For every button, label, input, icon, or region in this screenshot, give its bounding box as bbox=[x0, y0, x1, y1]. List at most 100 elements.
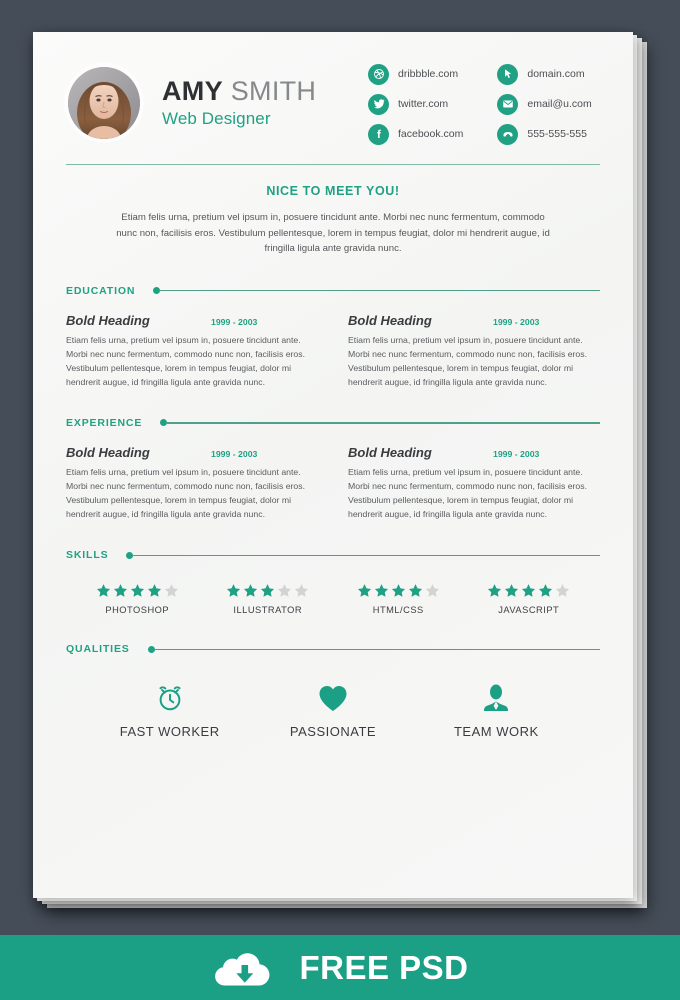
star-filled-icon bbox=[522, 584, 536, 598]
contact-email-text: email@u.com bbox=[527, 98, 592, 110]
phone-icon bbox=[497, 123, 519, 145]
experience-entry-1: Bold Heading 1999 - 2003 Etiam felis urn… bbox=[66, 445, 318, 521]
star-filled-icon bbox=[357, 584, 371, 598]
contact-dribbble[interactable]: dribbble.com bbox=[368, 63, 463, 85]
contact-column-right: domain.com email@u.com 555-555-555 bbox=[497, 63, 592, 145]
twitter-icon bbox=[368, 93, 389, 115]
entry-body: Etiam felis urna, pretium vel ipsum in, … bbox=[348, 334, 588, 387]
quality-label: PASSIONATE bbox=[289, 724, 377, 740]
contact-domain[interactable]: domain.com bbox=[497, 63, 591, 85]
star-filled-icon bbox=[96, 584, 110, 598]
skill-rating bbox=[203, 583, 334, 598]
experience-header: EXPERIENCE bbox=[66, 417, 600, 429]
entry-heading: Bold Heading bbox=[348, 444, 432, 460]
star-filled-icon bbox=[113, 584, 127, 598]
entry-body: Etiam felis urna, pretium vel ipsum in, … bbox=[348, 466, 588, 520]
entry-body: Etiam felis urna, pretium vel ipsum in, … bbox=[66, 334, 306, 387]
quality-team-work: TEAM WORK bbox=[433, 681, 560, 739]
education-entries: Bold Heading 1999 - 2003 Etiam felis urn… bbox=[66, 313, 600, 389]
education-title: EDUCATION bbox=[66, 284, 136, 297]
section-rule bbox=[167, 422, 600, 424]
contact-list: dribbble.com twitter.com facebook.com do… bbox=[368, 62, 592, 145]
entry-date: 1999 - 2003 bbox=[493, 316, 540, 327]
quality-label: TEAM WORK bbox=[453, 724, 539, 740]
education-entry-2: Bold Heading 1999 - 2003 Etiam felis urn… bbox=[348, 313, 600, 389]
entry-head: Bold Heading 1999 - 2003 bbox=[348, 445, 600, 460]
section-dot-icon bbox=[126, 551, 134, 559]
star-filled-icon bbox=[261, 584, 275, 598]
education-section: EDUCATION Bold Heading 1999 - 2003 Etiam… bbox=[58, 285, 608, 389]
star-empty-icon bbox=[164, 584, 178, 598]
job-title: Web Designer bbox=[162, 109, 271, 129]
skill-label: HTML/CSS bbox=[372, 605, 424, 616]
paper-stack: AMY SMITH Web Designer dribbble.com twit… bbox=[33, 32, 647, 908]
entry-heading: Bold Heading bbox=[66, 312, 150, 328]
person-icon bbox=[433, 681, 560, 715]
entry-date: 1999 - 2003 bbox=[211, 316, 258, 327]
experience-title: EXPERIENCE bbox=[66, 416, 143, 429]
star-filled-icon bbox=[488, 584, 502, 598]
entry-head: Bold Heading 1999 - 2003 bbox=[66, 313, 318, 328]
contact-twitter[interactable]: twitter.com bbox=[368, 93, 463, 115]
contact-dribbble-text: dribbble.com bbox=[398, 68, 459, 80]
section-rule bbox=[160, 289, 600, 292]
skill-rating bbox=[464, 583, 595, 598]
skill-photoshop: PHOTOSHOP bbox=[72, 583, 203, 615]
intro-section: NICE TO MEET YOU! Etiam felis urna, pret… bbox=[58, 165, 608, 257]
skill-rating bbox=[72, 583, 203, 598]
qualities-section: QUALITIES FAST WORKER PASSIONATE TEAM WO… bbox=[58, 643, 608, 739]
entry-heading: Bold Heading bbox=[66, 444, 150, 460]
quality-fast-worker: FAST WORKER bbox=[106, 681, 233, 739]
star-empty-icon bbox=[556, 584, 570, 598]
first-name: AMY bbox=[162, 75, 223, 106]
skill-html-css: HTML/CSS bbox=[333, 583, 464, 615]
star-filled-icon bbox=[227, 584, 241, 598]
avatar bbox=[68, 67, 140, 139]
star-empty-icon bbox=[425, 584, 439, 598]
qualities-title: QUALITIES bbox=[66, 643, 130, 656]
star-filled-icon bbox=[244, 584, 258, 598]
quality-passionate: PASSIONATE bbox=[269, 681, 396, 739]
experience-entry-2: Bold Heading 1999 - 2003 Etiam felis urn… bbox=[348, 445, 600, 521]
skill-label: ILLUSTRATOR bbox=[233, 605, 303, 616]
skill-rating bbox=[333, 583, 464, 598]
education-entry-1: Bold Heading 1999 - 2003 Etiam felis urn… bbox=[66, 313, 318, 389]
skill-javascript: JAVASCRIPT bbox=[464, 583, 595, 615]
star-empty-icon bbox=[278, 584, 292, 598]
skill-label: JAVASCRIPT bbox=[498, 605, 560, 616]
section-rule bbox=[133, 554, 600, 557]
section-dot-icon bbox=[160, 419, 168, 427]
cursor-icon bbox=[497, 63, 519, 85]
full-name: AMY SMITH bbox=[162, 75, 352, 106]
entry-head: Bold Heading 1999 - 2003 bbox=[348, 313, 600, 328]
contact-phone[interactable]: 555-555-555 bbox=[497, 123, 591, 145]
contact-domain-text: domain.com bbox=[527, 68, 585, 80]
contact-facebook[interactable]: facebook.com bbox=[368, 123, 464, 145]
facebook-icon bbox=[368, 123, 389, 145]
alarm-clock-icon bbox=[106, 681, 233, 715]
cloud-download-icon bbox=[211, 947, 273, 989]
free-psd-banner: FREE PSD bbox=[0, 935, 680, 1000]
qualities-list: FAST WORKER PASSIONATE TEAM WORK bbox=[66, 681, 600, 739]
star-filled-icon bbox=[505, 584, 519, 598]
contact-facebook-text: facebook.com bbox=[398, 128, 464, 140]
skills-title: SKILLS bbox=[66, 549, 109, 562]
contact-twitter-text: twitter.com bbox=[398, 98, 449, 110]
contact-email[interactable]: email@u.com bbox=[497, 93, 592, 115]
banner-text: FREE PSD bbox=[299, 948, 469, 986]
entry-body: Etiam felis urna, pretium vel ipsum in, … bbox=[66, 466, 306, 520]
star-filled-icon bbox=[391, 584, 405, 598]
quality-label: FAST WORKER bbox=[119, 724, 220, 740]
skill-illustrator: ILLUSTRATOR bbox=[203, 583, 334, 615]
name-block: AMY SMITH Web Designer bbox=[162, 75, 352, 129]
skills-section: SKILLS PHOTOSHOP ILLUSTRATOR HTML/CSS JAVAS… bbox=[58, 549, 608, 615]
skill-label: PHOTOSHOP bbox=[105, 605, 170, 616]
star-filled-icon bbox=[147, 584, 161, 598]
entry-heading: Bold Heading bbox=[348, 312, 432, 328]
contact-phone-text: 555-555-555 bbox=[527, 128, 587, 140]
dribbble-icon bbox=[368, 63, 389, 85]
star-filled-icon bbox=[539, 584, 553, 598]
intro-text: Etiam felis urna, pretium vel ipsum in, … bbox=[116, 212, 550, 255]
heart-icon bbox=[269, 681, 396, 715]
section-dot-icon bbox=[153, 287, 161, 295]
